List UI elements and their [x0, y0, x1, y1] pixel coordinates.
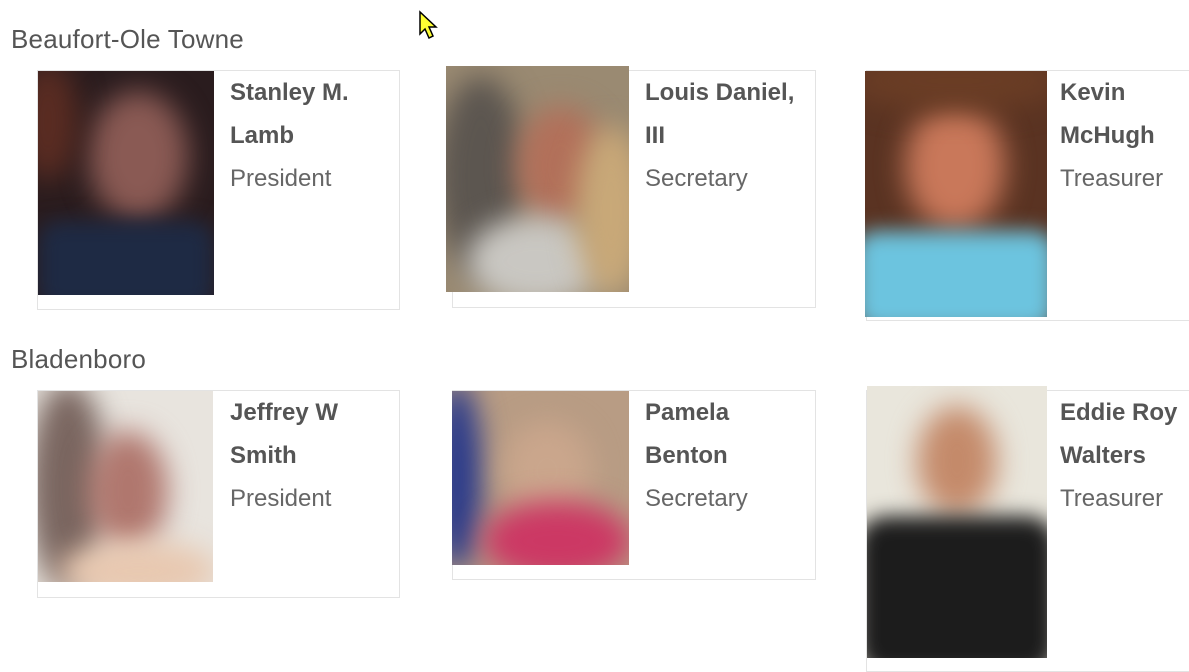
member-name-pamela: Pamela Benton: [645, 399, 730, 469]
member-name-kevin: Kevin McHugh: [1060, 79, 1155, 149]
member-photo-pamela: [452, 391, 629, 565]
member-photo-jeffrey: [38, 391, 213, 582]
member-role-eddie: Treasurer: [1060, 485, 1164, 512]
mouse-cursor-icon: [419, 10, 438, 40]
member-role-jeffrey: President: [230, 485, 332, 512]
member-role-pamela: Secretary: [645, 485, 748, 512]
member-name-stanley: Stanley M. Lamb: [230, 79, 349, 149]
member-photo-kevin: [865, 71, 1047, 317]
member-name-jeffrey: Jeffrey W Smith: [230, 399, 339, 469]
member-role-louis: Secretary: [645, 165, 748, 192]
member-role-stanley: President: [230, 165, 332, 192]
member-name-eddie: Eddie Roy Walters: [1060, 399, 1178, 469]
member-photo-eddie: [867, 386, 1047, 658]
group-title-bladenboro: Bladenboro: [11, 344, 146, 374]
group-title-beaufort: Beaufort-Ole Towne: [11, 24, 244, 54]
member-photo-stanley: [38, 71, 214, 295]
member-photo-louis: [446, 66, 629, 292]
member-name-louis: Louis Daniel, III: [645, 79, 795, 149]
member-role-kevin: Treasurer: [1060, 165, 1164, 192]
